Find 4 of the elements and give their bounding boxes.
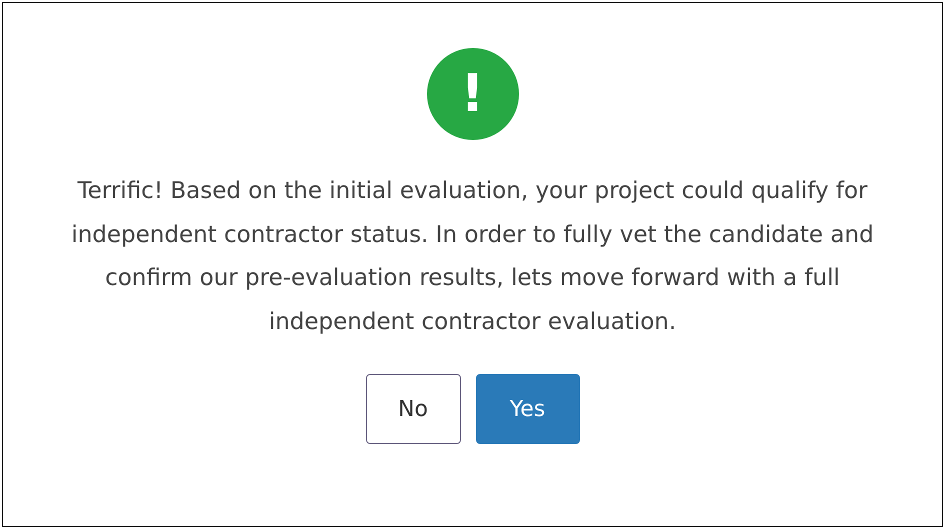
dialog-message: Terrific! Based on the initial evaluation, your project could qualify for independent contractor status. In order to fully vet the candidate and confirm our pre-evaluation results, lets move forward with a full independent contractor evaluation. bbox=[70, 177, 875, 336]
confirm-button[interactable]: Yes bbox=[476, 374, 580, 444]
alert-icon: ! bbox=[426, 48, 518, 140]
cancel-button[interactable]: No bbox=[366, 374, 460, 444]
